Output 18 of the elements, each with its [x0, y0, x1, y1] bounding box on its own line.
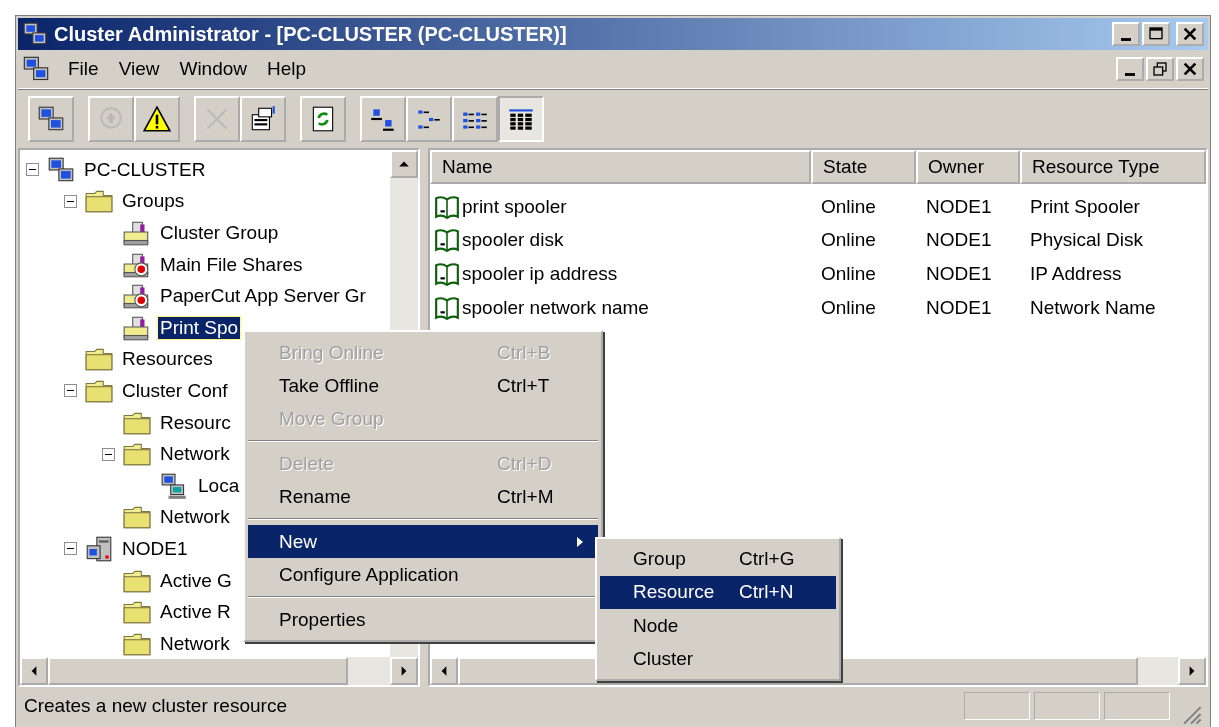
table-cell: NODE1 [926, 296, 992, 319]
table-cell: IP Address [1030, 263, 1122, 285]
table-cell: spooler network name [462, 296, 649, 319]
table-cell: Physical Disk [1030, 229, 1143, 252]
table-cell: NODE1 [926, 195, 992, 218]
table-cell: Network Name [1030, 296, 1156, 319]
table-cell: print spooler [462, 195, 567, 218]
window-title: Cluster Administrator - [PC-CLUSTER (PC-CLUSTER)] [54, 22, 567, 46]
status-text: Creates a new cluster resource [24, 695, 287, 717]
table-cell: Print Spooler [1030, 195, 1140, 218]
table-cell: Online [821, 195, 876, 218]
table-cell: NODE1 [926, 263, 992, 285]
table-cell: Online [821, 296, 876, 319]
table-cell: NODE1 [926, 229, 992, 252]
table-cell: Online [821, 263, 876, 285]
table-cell: spooler ip address [462, 263, 618, 285]
table-cell: Online [821, 229, 876, 252]
table-cell: spooler disk [462, 229, 564, 252]
